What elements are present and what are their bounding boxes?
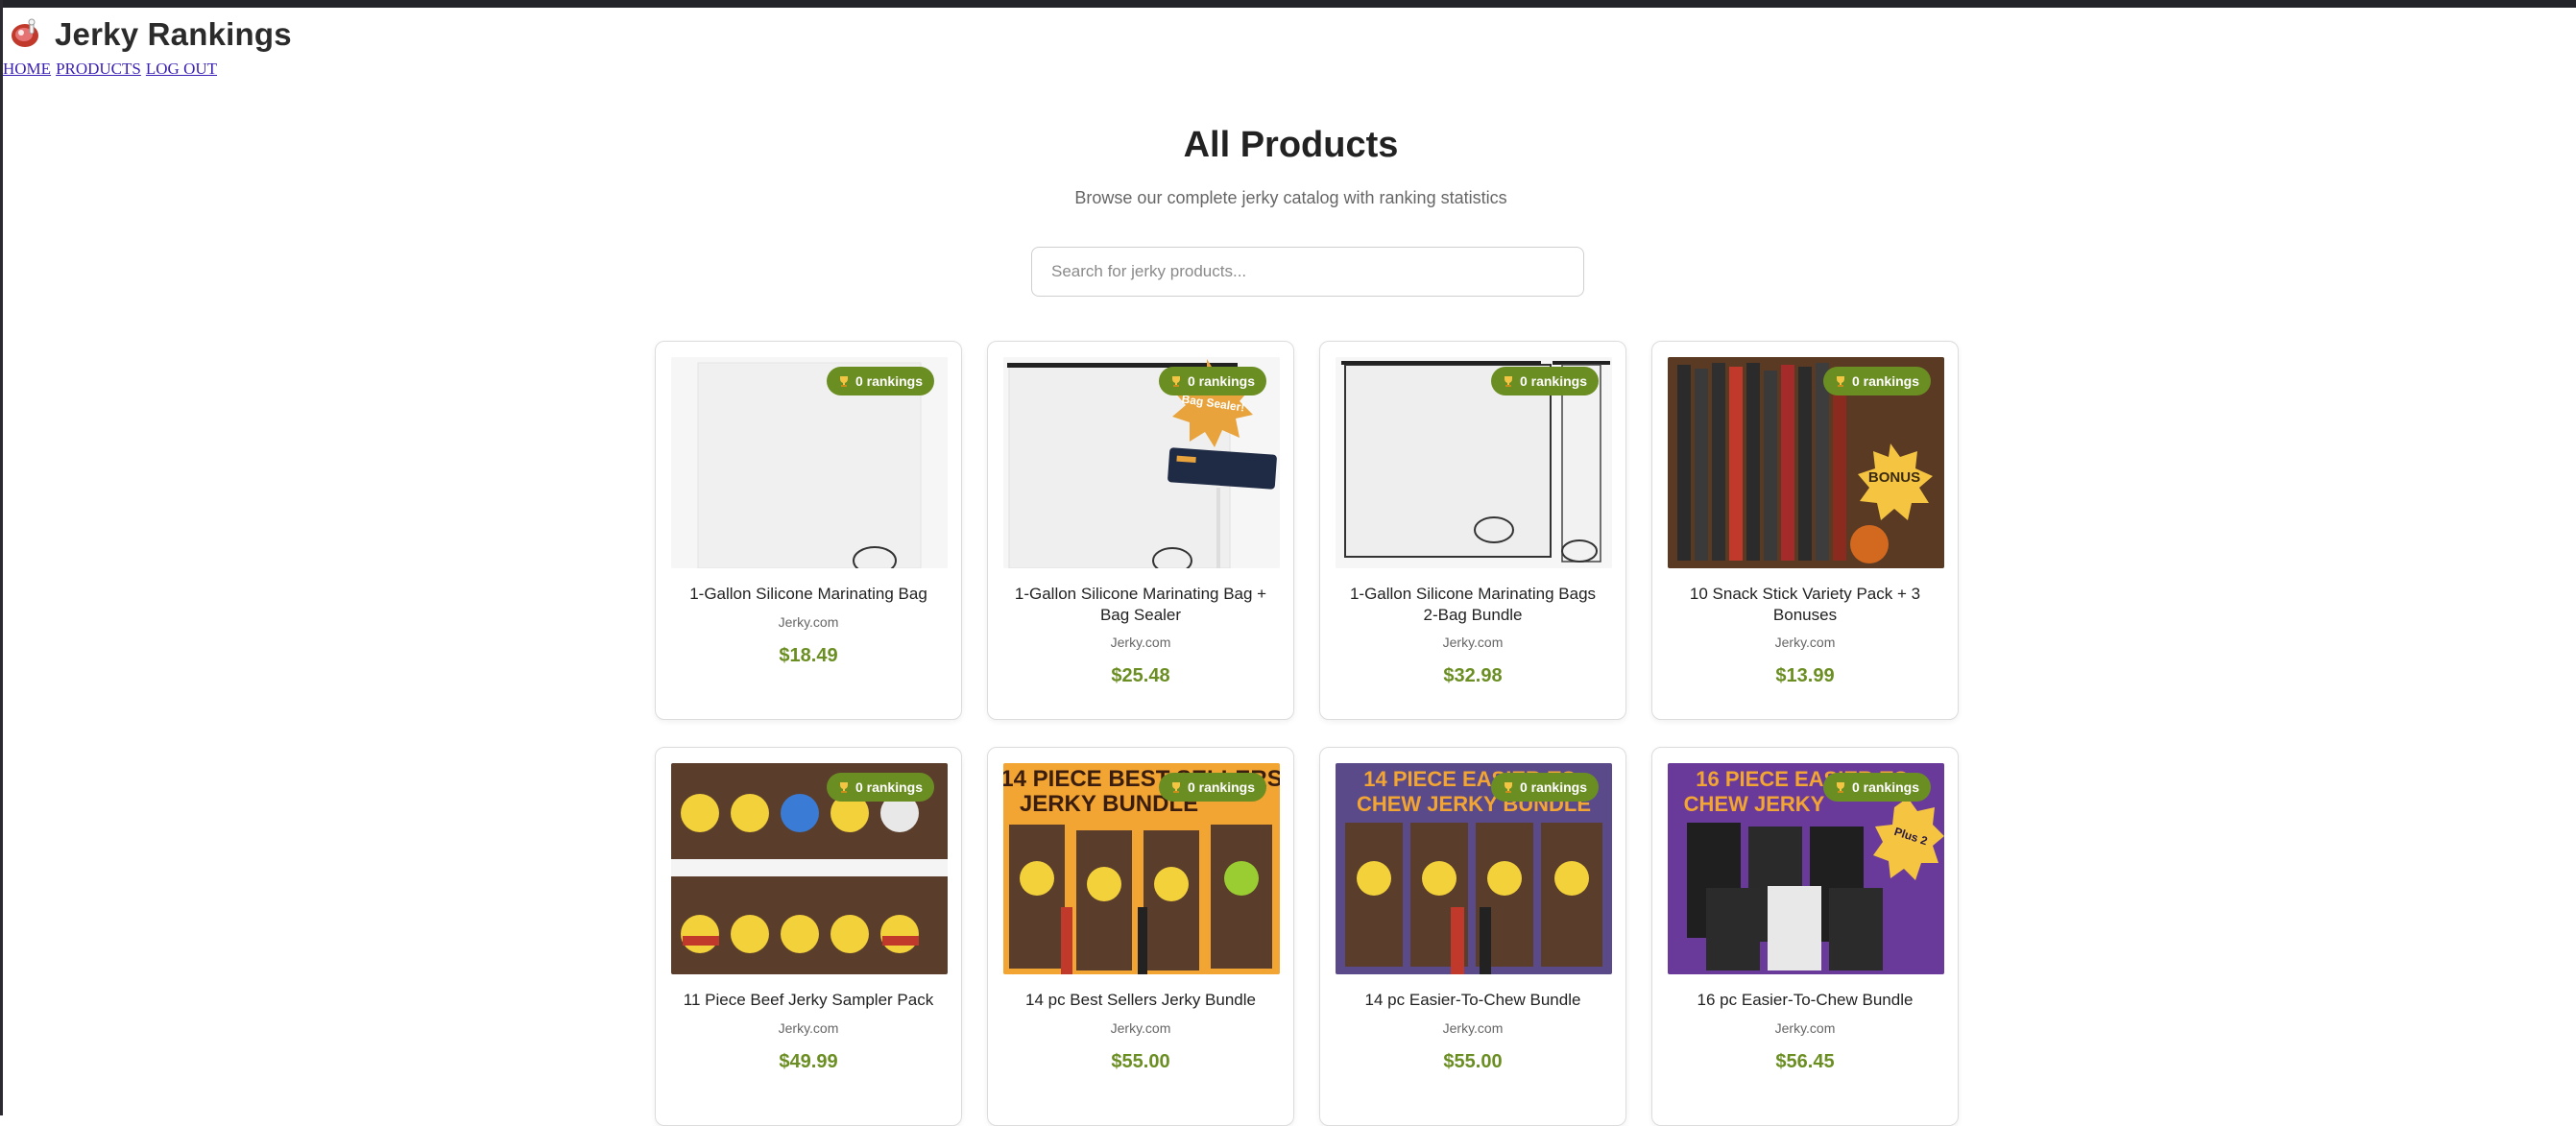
product-name: 1-Gallon Silicone Marinating Bags 2-Bag … bbox=[1349, 585, 1597, 624]
product-price: $56.45 bbox=[1775, 1051, 1835, 1072]
rankings-count: 0 rankings bbox=[1519, 373, 1587, 389]
rankings-badge: 0 rankings bbox=[1158, 367, 1266, 395]
trophy-icon bbox=[1171, 376, 1180, 387]
rankings-badge: 0 rankings bbox=[1490, 367, 1599, 395]
main-nav: HOME PRODUCTS LOG OUT bbox=[3, 60, 222, 79]
window-top-bar bbox=[3, 0, 2576, 8]
site-header: Jerky Rankings bbox=[9, 16, 292, 53]
rankings-count: 0 rankings bbox=[1851, 373, 1919, 389]
product-brand: Jerky.com bbox=[1442, 635, 1504, 650]
rankings-badge: 0 rankings bbox=[826, 773, 934, 802]
product-brand: Jerky.com bbox=[1110, 635, 1171, 650]
product-name: 1-Gallon Silicone Marinating Bag + Bag S… bbox=[1014, 585, 1267, 624]
rankings-badge: 0 rankings bbox=[1822, 367, 1931, 395]
product-name: 16 pc Easier-To-Chew Bundle bbox=[1697, 991, 1914, 1009]
product-brand: Jerky.com bbox=[1110, 1020, 1171, 1036]
product-brand: Jerky.com bbox=[1774, 1020, 1836, 1036]
rankings-count: 0 rankings bbox=[855, 779, 923, 795]
product-name: 10 Snack Stick Variety Pack + 3 Bonuses bbox=[1689, 585, 1921, 624]
rankings-badge: 0 rankings bbox=[1822, 773, 1931, 802]
product-price: $25.48 bbox=[1111, 665, 1170, 686]
rankings-count: 0 rankings bbox=[855, 373, 923, 389]
page-subtitle: Browse our complete jerky catalog with r… bbox=[1074, 188, 1507, 207]
trophy-icon bbox=[1504, 782, 1512, 793]
product-price: $55.00 bbox=[1111, 1051, 1170, 1072]
nav-logout-link[interactable]: LOG OUT bbox=[146, 60, 217, 78]
nav-products-link[interactable]: PRODUCTS bbox=[56, 60, 141, 78]
product-name: 1-Gallon Silicone Marinating Bag bbox=[689, 585, 927, 603]
product-card[interactable]: 14 PIECE BEST-SELLERS JERKY BUNDLE 0 ran… bbox=[987, 747, 1294, 1126]
page-title: All Products bbox=[1183, 125, 1399, 165]
search-box bbox=[1031, 247, 1584, 297]
banner-line-2: CHEW JERKY bbox=[1684, 792, 1825, 816]
product-card[interactable]: BONUS 0 rankings 10 Snack Stick Variety … bbox=[1651, 341, 1959, 720]
rankings-badge: 0 rankings bbox=[826, 367, 934, 395]
product-card[interactable]: 0 rankings 11 Piece Beef Jerky Sampler P… bbox=[655, 747, 962, 1126]
rankings-count: 0 rankings bbox=[1519, 779, 1587, 795]
product-price: $32.98 bbox=[1443, 665, 1503, 686]
rankings-count: 0 rankings bbox=[1187, 779, 1255, 795]
bonus-burst-text: BONUS bbox=[1868, 469, 1920, 486]
rankings-count: 0 rankings bbox=[1851, 779, 1919, 795]
product-name: 14 pc Easier-To-Chew Bundle bbox=[1364, 991, 1581, 1009]
trophy-icon bbox=[1836, 376, 1844, 387]
product-card[interactable]: 14 PIECE EASIER-TO- CHEW JERKY BUNDLE 0 … bbox=[1319, 747, 1626, 1126]
product-grid: 0 rankings 1-Gallon Silicone Marinating … bbox=[655, 341, 1959, 1126]
product-brand: Jerky.com bbox=[778, 614, 839, 630]
product-price: $13.99 bbox=[1775, 665, 1835, 686]
site-title: Jerky Rankings bbox=[55, 16, 292, 52]
product-brand: Jerky.com bbox=[1774, 635, 1836, 650]
product-card[interactable]: 16 PIECE EASIER-TO- CHEW JERKY Plus 2 0 … bbox=[1651, 747, 1959, 1126]
product-name: 11 Piece Beef Jerky Sampler Pack bbox=[683, 991, 934, 1009]
rankings-badge: 0 rankings bbox=[1490, 773, 1599, 802]
nav-home-link[interactable]: HOME bbox=[3, 60, 51, 78]
product-price: $49.99 bbox=[779, 1051, 838, 1072]
trophy-icon bbox=[1836, 782, 1844, 793]
product-card[interactable]: 0 rankings 1-Gallon Silicone Marinating … bbox=[1319, 341, 1626, 720]
product-brand: Jerky.com bbox=[778, 1020, 839, 1036]
rankings-badge: 0 rankings bbox=[1158, 773, 1266, 802]
product-price: $18.49 bbox=[779, 645, 838, 666]
product-brand: Jerky.com bbox=[1442, 1020, 1504, 1036]
meat-icon bbox=[12, 18, 38, 47]
trophy-icon bbox=[839, 782, 848, 793]
rankings-count: 0 rankings bbox=[1187, 373, 1255, 389]
product-card[interactable]: Bag Sealer! 0 rankings 1-Gallon Silicone… bbox=[987, 341, 1294, 720]
product-price: $55.00 bbox=[1443, 1051, 1503, 1072]
trophy-icon bbox=[1504, 376, 1512, 387]
search-input[interactable] bbox=[1031, 247, 1584, 297]
trophy-icon bbox=[1171, 782, 1180, 793]
product-name: 14 pc Best Sellers Jerky Bundle bbox=[1024, 991, 1256, 1009]
trophy-icon bbox=[839, 376, 848, 387]
product-card[interactable]: 0 rankings 1-Gallon Silicone Marinating … bbox=[655, 341, 962, 720]
